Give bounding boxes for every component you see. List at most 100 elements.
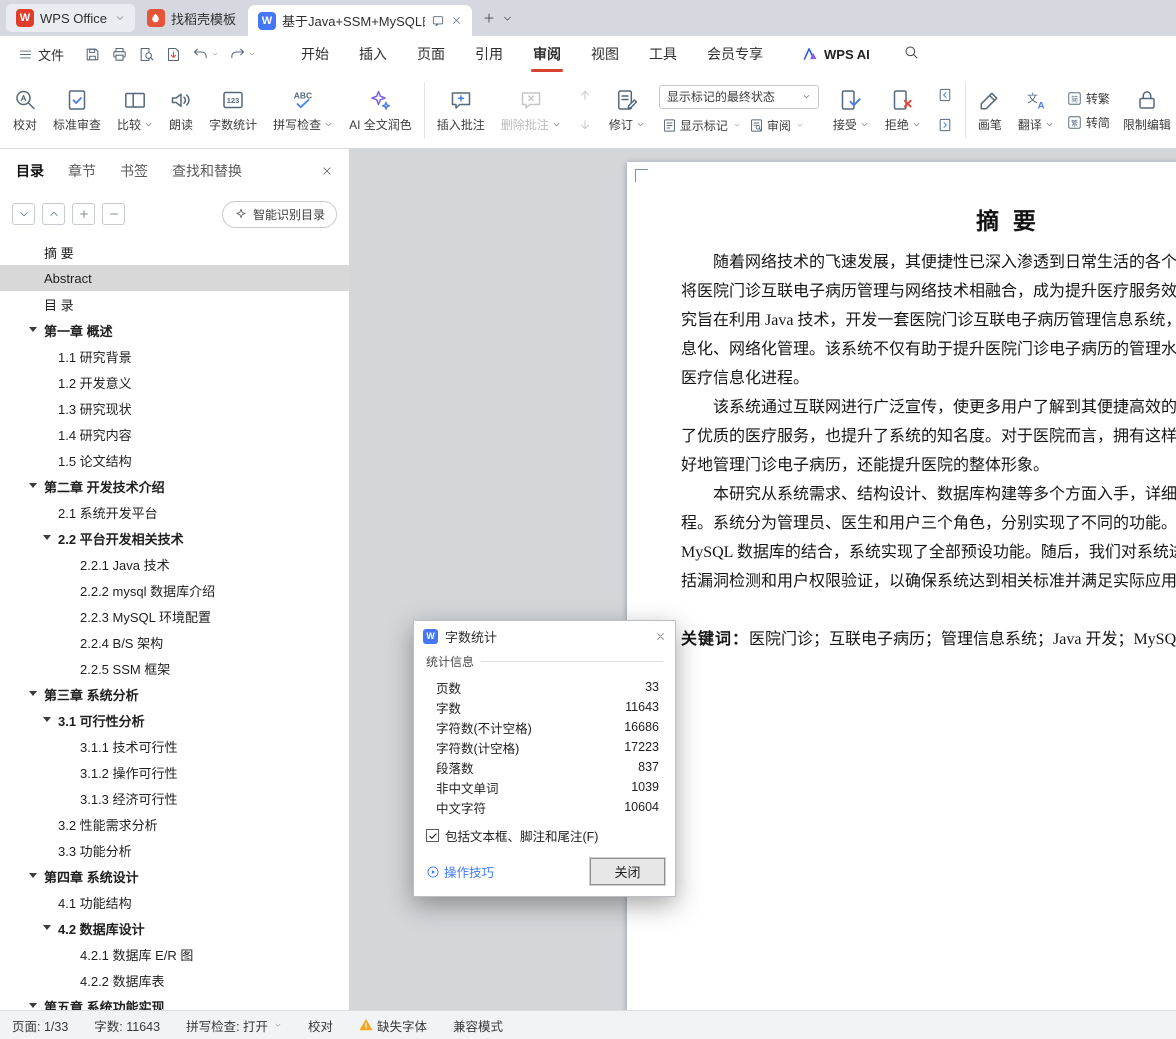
expand-arrow-icon[interactable] (43, 717, 51, 722)
delete-comment-button[interactable]: 删除批注 (493, 77, 569, 143)
docer-template-tab[interactable]: 找稻壳模板 (137, 4, 246, 32)
export-pdf-button[interactable] (161, 41, 186, 67)
tab-审阅[interactable]: 审阅 (518, 36, 576, 72)
toc-item[interactable]: 1.4 研究内容 (0, 421, 349, 447)
standard-review-button[interactable]: 标准审查 (45, 77, 109, 143)
spell-check-indicator[interactable]: 拼写检查: 打开 (186, 1016, 282, 1035)
track-changes-button[interactable]: 修订 (601, 77, 653, 143)
toc-item[interactable]: 1.1 研究背景 (0, 343, 349, 369)
page-indicator[interactable]: 页面: 1/33 (12, 1016, 68, 1035)
toc-item[interactable]: 3.1.2 操作可行性 (0, 759, 349, 785)
proofread-status-button[interactable]: 校对 (308, 1016, 333, 1035)
markup-state-select[interactable]: 显示标记的最终状态 (658, 84, 819, 109)
ai-polish-button[interactable]: AI 全文润色 (341, 77, 420, 143)
tab-list-chevron-icon[interactable] (502, 13, 513, 24)
compatibility-mode-indicator[interactable]: 兼容模式 (453, 1016, 503, 1035)
insert-comment-button[interactable]: 插入批注 (429, 77, 493, 143)
dialog-titlebar[interactable]: W 字数统计 (414, 621, 675, 651)
toc-item[interactable]: 2.2.5 SSM 框架 (0, 655, 349, 681)
toc-item[interactable]: 第一章 概述 (0, 317, 349, 343)
previous-change-button[interactable] (933, 84, 957, 106)
include-textbox-checkbox[interactable]: 包括文本框、脚注和尾注(F) (426, 826, 663, 845)
reject-button[interactable]: 拒绝 (877, 77, 929, 143)
toc-item[interactable]: 4.1 功能结构 (0, 889, 349, 915)
zoom-in-button[interactable] (72, 203, 95, 225)
translate-button[interactable]: 文 A 翻译 (1010, 77, 1062, 143)
toc-item[interactable]: 3.1 可行性分析 (0, 707, 349, 733)
show-markup-button[interactable]: 显示标记 (659, 115, 744, 136)
wps-office-menu[interactable]: W WPS Office (6, 4, 135, 32)
zoom-out-button[interactable] (102, 203, 125, 225)
tab-引用[interactable]: 引用 (460, 36, 518, 72)
toc-item[interactable]: 1.3 研究现状 (0, 395, 349, 421)
to-simplified-button[interactable]: 繁转简 (1067, 114, 1110, 131)
save-button[interactable] (80, 41, 105, 67)
sidebar-tab-书签[interactable]: 书签 (120, 161, 148, 181)
proofread-button[interactable]: 校对 (5, 77, 45, 143)
dialog-close-icon[interactable] (655, 631, 666, 642)
toc-item[interactable]: 2.2 平台开发相关技术 (0, 525, 349, 551)
sidebar-close-icon[interactable] (321, 165, 333, 177)
close-button[interactable]: 关闭 (589, 857, 666, 886)
wps-ai-button[interactable]: WPS AI (802, 46, 870, 63)
smart-toc-button[interactable]: 智能识别目录 (221, 200, 337, 228)
search-icon[interactable] (903, 44, 919, 60)
tab-会员专享[interactable]: 会员专享 (692, 36, 778, 72)
tab-页面[interactable]: 页面 (402, 36, 460, 72)
highlight-pen-button[interactable]: 画笔 (970, 77, 1010, 143)
compare-button[interactable]: 比较 (109, 77, 161, 143)
collapse-all-button[interactable] (12, 203, 35, 225)
file-menu-button[interactable]: 文件 (10, 45, 72, 64)
toc-item[interactable]: 3.3 功能分析 (0, 837, 349, 863)
missing-font-warning[interactable]: 缺失字体 (359, 1016, 427, 1035)
print-preview-button[interactable] (134, 41, 159, 67)
word-count-button[interactable]: 123 字数统计 (201, 77, 265, 143)
toc-item[interactable]: 4.2.1 数据库 E/R 图 (0, 941, 349, 967)
sidebar-tab-章节[interactable]: 章节 (68, 161, 96, 181)
toc-item[interactable]: 3.2 性能需求分析 (0, 811, 349, 837)
to-traditional-button[interactable]: 简转繁 (1067, 90, 1110, 107)
expand-arrow-icon[interactable] (29, 327, 37, 332)
toc-item[interactable]: 第三章 系统分析 (0, 681, 349, 707)
toc-item[interactable]: 3.1.1 技术可行性 (0, 733, 349, 759)
toc-item[interactable]: 1.2 开发意义 (0, 369, 349, 395)
toc-item[interactable]: 目 录 (0, 291, 349, 317)
tips-link[interactable]: 操作技巧 (426, 862, 494, 881)
previous-comment-button[interactable] (573, 84, 597, 106)
toc-item[interactable]: Abstract (0, 265, 349, 291)
document-tab[interactable]: W 基于Java+SSM+MySQL的医 (247, 5, 472, 36)
review-pane-button[interactable]: 审阅 (746, 115, 807, 136)
toc-item[interactable]: 4.2.2 数据库表 (0, 967, 349, 993)
redo-button[interactable] (225, 41, 260, 67)
read-aloud-button[interactable]: 朗读 (161, 77, 201, 143)
toc-item[interactable]: 第四章 系统设计 (0, 863, 349, 889)
toc-item[interactable]: 2.2.1 Java 技术 (0, 551, 349, 577)
tab-视图[interactable]: 视图 (576, 36, 634, 72)
accept-button[interactable]: 接受 (825, 77, 877, 143)
spell-check-button[interactable]: ABC 拼写检查 (265, 77, 341, 143)
tab-插入[interactable]: 插入 (344, 36, 402, 72)
toc-item[interactable]: 第二章 开发技术介绍 (0, 473, 349, 499)
toc-item[interactable]: 2.2.3 MySQL 环境配置 (0, 603, 349, 629)
toc-item[interactable]: 2.1 系统开发平台 (0, 499, 349, 525)
document-page[interactable]: 摘 要 随着网络技术的飞速发展，其便捷性已深入渗透到日常生活的各个领域 将医院门诊… (627, 162, 1176, 1010)
undo-button[interactable] (188, 41, 223, 67)
toc-item[interactable]: 2.2.2 mysql 数据库介绍 (0, 577, 349, 603)
expand-arrow-icon[interactable] (29, 873, 37, 878)
sidebar-tab-查找和替换[interactable]: 查找和替换 (172, 161, 242, 181)
toc-item[interactable]: 第五章 系统功能实现 (0, 993, 349, 1010)
new-tab-button[interactable] (482, 11, 496, 25)
toc-item[interactable]: 1.5 论文结构 (0, 447, 349, 473)
word-count-indicator[interactable]: 字数: 11643 (94, 1016, 160, 1035)
tab-开始[interactable]: 开始 (286, 36, 344, 72)
next-comment-button[interactable] (573, 114, 597, 136)
toc-item[interactable]: 3.1.3 经济可行性 (0, 785, 349, 811)
tab-工具[interactable]: 工具 (634, 36, 692, 72)
close-document-icon[interactable] (451, 15, 462, 26)
toc-item[interactable]: 摘 要 (0, 239, 349, 265)
sidebar-tab-目录[interactable]: 目录 (16, 161, 44, 181)
expand-arrow-icon[interactable] (29, 691, 37, 696)
expand-arrow-icon[interactable] (43, 925, 51, 930)
expand-arrow-icon[interactable] (29, 483, 37, 488)
toc-item[interactable]: 2.2.4 B/S 架构 (0, 629, 349, 655)
